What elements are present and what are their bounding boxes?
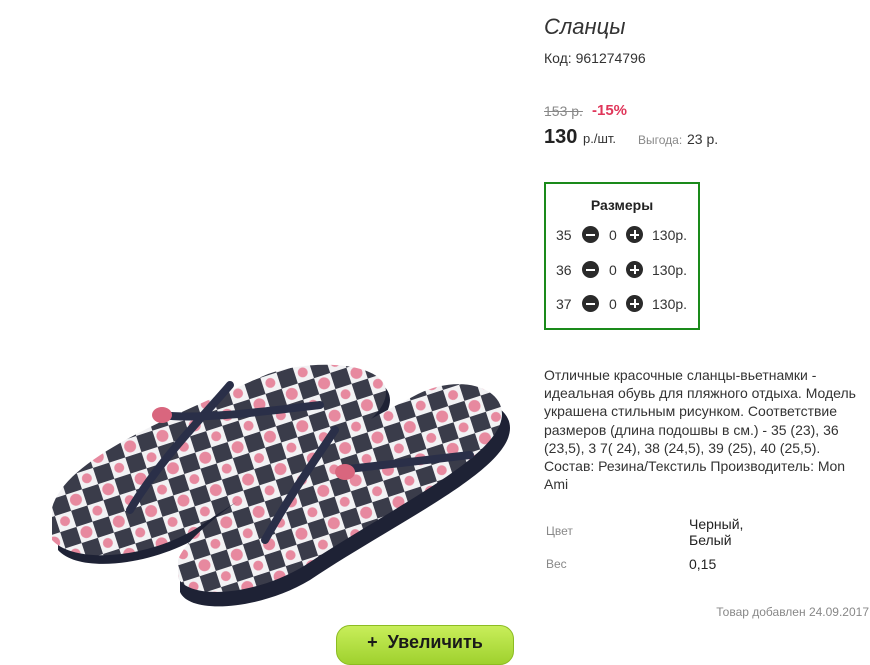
size-row: 36 0 130р. bbox=[556, 260, 696, 280]
current-price: 130 bbox=[544, 126, 578, 148]
quantity-value: 0 bbox=[609, 227, 617, 243]
size-price: 130р. bbox=[652, 296, 688, 312]
increase-quantity-button[interactable] bbox=[626, 295, 643, 312]
increase-quantity-button[interactable] bbox=[626, 261, 643, 278]
decrease-quantity-button[interactable] bbox=[582, 226, 599, 243]
saving-label: Выгода: bbox=[638, 133, 683, 147]
product-description: Отличные красочные сланцы-вьетнамки - ид… bbox=[544, 367, 856, 493]
added-date: Товар добавлен 24.09.2017 bbox=[716, 605, 869, 619]
size-price: 130р. bbox=[652, 262, 688, 278]
increase-quantity-button[interactable] bbox=[626, 226, 643, 243]
product-title: Сланцы bbox=[544, 14, 626, 39]
size-row: 37 0 130р. bbox=[556, 294, 696, 314]
weight-value: 0,15 bbox=[689, 556, 717, 572]
discount-badge: -15% bbox=[592, 102, 628, 119]
saving-value: 23 р. bbox=[687, 131, 719, 147]
product-sku: Код: 961274796 bbox=[544, 50, 646, 66]
size-number: 35 bbox=[556, 227, 572, 243]
size-row: 35 0 130р. bbox=[556, 225, 696, 245]
sizes-title: Размеры bbox=[590, 197, 654, 213]
color-value: Черный, Белый bbox=[689, 516, 743, 548]
quantity-value: 0 bbox=[609, 296, 617, 312]
weight-label: Вес bbox=[546, 557, 567, 571]
size-number: 37 bbox=[556, 296, 572, 312]
size-number: 36 bbox=[556, 262, 572, 278]
zoom-button[interactable]: + Увеличить bbox=[336, 625, 514, 665]
plus-icon: + bbox=[367, 632, 378, 652]
sizes-panel: Размеры 35 0 130р. 36 0 130р. 37 0 130р. bbox=[544, 182, 700, 330]
product-image[interactable] bbox=[40, 360, 520, 615]
decrease-quantity-button[interactable] bbox=[582, 261, 599, 278]
zoom-button-label: Увеличить bbox=[387, 632, 483, 652]
price-unit: р./шт. bbox=[583, 131, 617, 146]
size-price: 130р. bbox=[652, 227, 688, 243]
color-value-line: Черный, bbox=[689, 516, 744, 532]
color-value-line: Белый bbox=[689, 532, 732, 548]
decrease-quantity-button[interactable] bbox=[582, 295, 599, 312]
quantity-value: 0 bbox=[609, 262, 617, 278]
color-label: Цвет bbox=[546, 524, 573, 538]
old-price: 153 р. bbox=[544, 103, 583, 119]
